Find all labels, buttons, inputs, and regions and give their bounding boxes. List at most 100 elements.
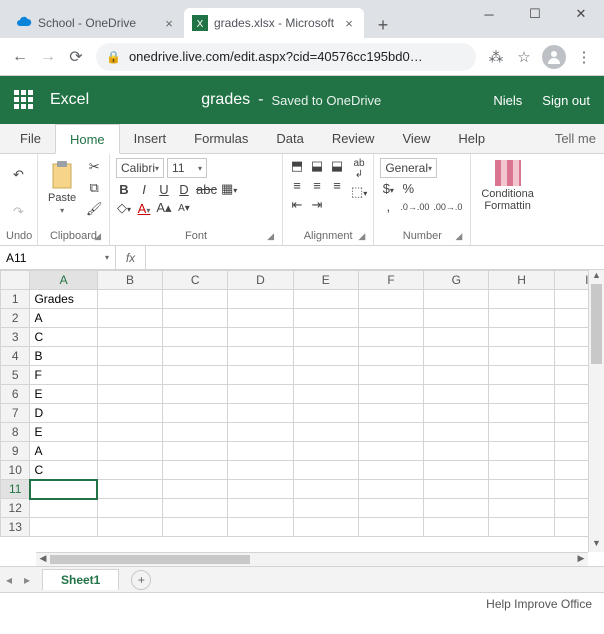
reload-button[interactable]: ⟳ [62,43,90,71]
cell[interactable] [293,423,358,442]
cell[interactable] [228,423,293,442]
cell[interactable] [163,518,228,537]
cell[interactable] [489,309,554,328]
scroll-down-icon[interactable]: ▼ [589,538,604,552]
row-header[interactable]: 13 [1,518,30,537]
cell[interactable] [424,366,489,385]
cell[interactable] [424,347,489,366]
cell[interactable] [358,499,423,518]
cell[interactable] [424,480,489,499]
close-icon[interactable]: × [162,16,176,31]
row-header[interactable]: 6 [1,385,30,404]
cell[interactable] [30,480,97,499]
cell[interactable] [228,442,293,461]
cell[interactable] [489,290,554,309]
fx-icon[interactable]: fx [116,246,146,269]
maximize-button[interactable]: ☐ [512,0,558,28]
bookmark-icon[interactable]: ☆ [510,43,538,71]
shrink-font-button[interactable]: A▾ [176,203,192,214]
cell[interactable] [358,404,423,423]
select-all-corner[interactable] [1,271,30,290]
col-header[interactable]: D [228,271,293,290]
row-header[interactable]: 4 [1,347,30,366]
cell[interactable] [163,309,228,328]
decrease-decimal-button[interactable]: .00→.0 [433,202,462,212]
cell[interactable] [163,366,228,385]
align-right-button[interactable]: ≡ [329,178,345,193]
fill-color-button[interactable]: ◇▾ [116,200,132,216]
scroll-right-icon[interactable]: ▶ [574,553,588,566]
sheet-tab[interactable]: Sheet1 [42,569,119,590]
col-header[interactable]: C [163,271,228,290]
cell[interactable] [163,385,228,404]
font-size-select[interactable]: 11▾ [167,158,207,178]
cell[interactable] [358,385,423,404]
cell[interactable] [424,499,489,518]
cell[interactable] [97,366,162,385]
cell[interactable] [424,309,489,328]
cell[interactable] [163,442,228,461]
browser-tab-onedrive[interactable]: School - OneDrive × [8,8,184,38]
cell[interactable] [228,461,293,480]
cell[interactable] [163,328,228,347]
add-sheet-button[interactable]: + [131,570,151,590]
cell[interactable] [489,347,554,366]
cell[interactable]: F [30,366,97,385]
grow-font-button[interactable]: A▴ [156,200,172,216]
col-header[interactable]: F [358,271,423,290]
cell[interactable] [163,404,228,423]
cell[interactable]: A [30,442,97,461]
cell[interactable]: D [30,404,97,423]
cell[interactable] [424,461,489,480]
double-underline-button[interactable]: D [176,182,192,197]
accounting-button[interactable]: $▾ [380,181,396,196]
conditional-formatting-button[interactable]: Conditiona Formattin [477,158,538,214]
col-header[interactable]: B [97,271,162,290]
file-title[interactable]: grades [201,91,250,109]
row-header[interactable]: 11 [1,480,30,499]
cell[interactable] [163,347,228,366]
tab-file[interactable]: File [6,123,55,153]
cell[interactable] [293,309,358,328]
increase-decimal-button[interactable]: .0→.00 [400,202,429,212]
tab-formulas[interactable]: Formulas [180,123,262,153]
cell[interactable] [293,404,358,423]
tab-review[interactable]: Review [318,123,389,153]
dialog-launcher-icon[interactable]: ◢ [455,231,462,242]
cell[interactable] [358,347,423,366]
sign-out-link[interactable]: Sign out [542,93,590,108]
tab-view[interactable]: View [388,123,444,153]
cell[interactable] [293,499,358,518]
minimize-button[interactable]: ─ [466,0,512,28]
cell[interactable]: B [30,347,97,366]
cell[interactable] [293,366,358,385]
cell[interactable] [358,328,423,347]
translate-icon[interactable]: ⁂ [482,43,510,71]
cell[interactable] [228,385,293,404]
profile-avatar[interactable] [542,45,566,69]
cell[interactable]: A [30,309,97,328]
cell[interactable] [358,461,423,480]
cell[interactable] [293,290,358,309]
help-improve-link[interactable]: Help Improve Office [486,597,592,611]
cell[interactable]: C [30,328,97,347]
kebab-menu-icon[interactable]: ⋮ [570,43,598,71]
cell[interactable] [97,328,162,347]
save-status[interactable]: Saved to OneDrive [271,93,381,108]
cell[interactable] [97,442,162,461]
dialog-launcher-icon[interactable]: ◢ [94,231,101,242]
comma-button[interactable]: , [380,199,396,214]
redo-button[interactable]: ↷ [9,203,29,221]
cell[interactable] [489,480,554,499]
cell[interactable] [358,518,423,537]
cell[interactable] [489,385,554,404]
align-middle-button[interactable]: ⬓ [309,158,325,174]
align-center-button[interactable]: ≡ [309,178,325,193]
cell[interactable] [293,347,358,366]
cell[interactable] [293,442,358,461]
italic-button[interactable]: I [136,182,152,197]
close-icon[interactable]: × [342,16,356,31]
row-header[interactable]: 7 [1,404,30,423]
close-window-button[interactable]: ✕ [558,0,604,28]
format-painter-button[interactable]: 🖌 [84,200,104,218]
